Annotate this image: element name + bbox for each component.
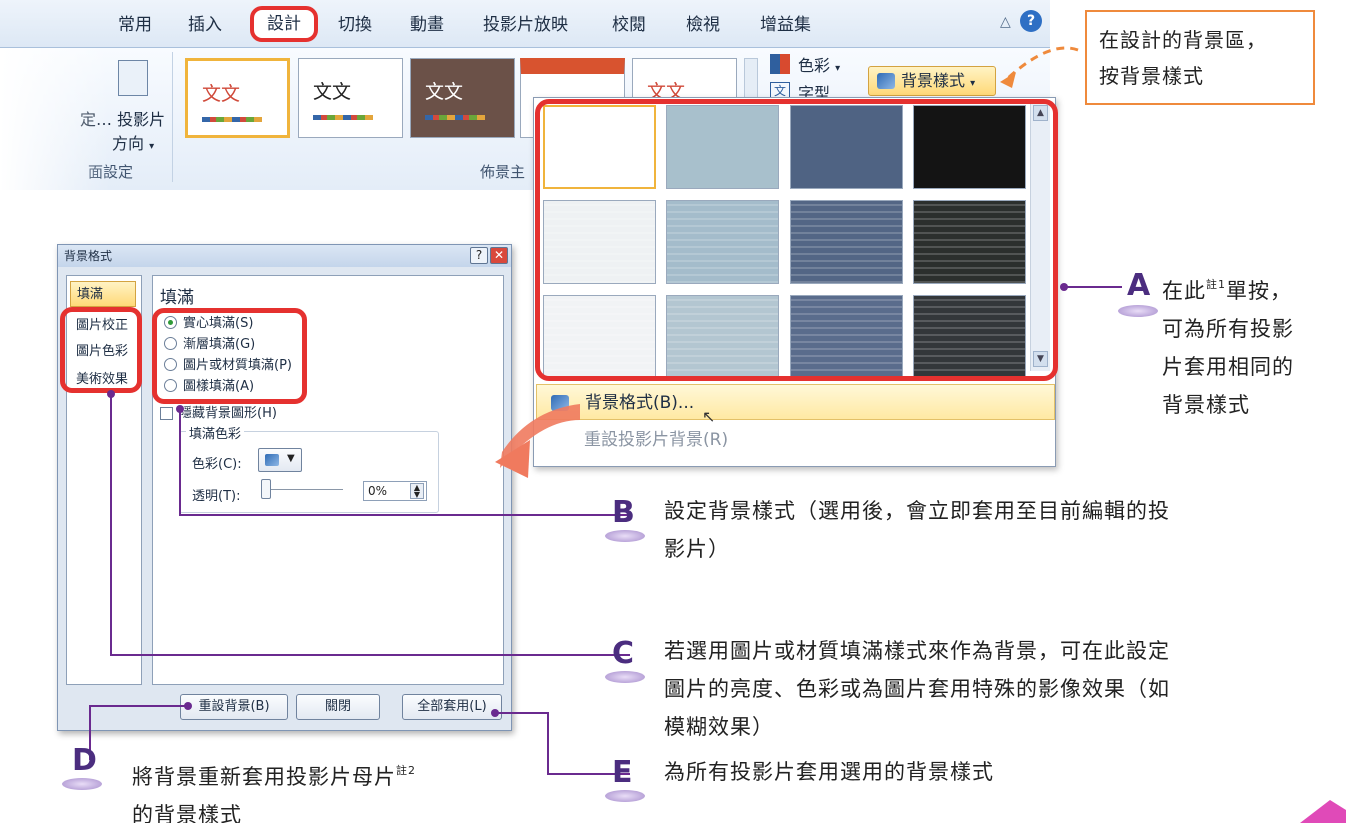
note-a-line3: 片套用相同的 xyxy=(1162,355,1294,379)
note-e: 為所有投影片套用選用的背景樣式 xyxy=(664,753,1324,791)
note-a-sup: 註1 xyxy=(1206,278,1226,291)
note-c-line3: 模糊效果） xyxy=(664,715,774,739)
note-a-line1: 在此 xyxy=(1162,279,1206,303)
callout-dashed-arrow xyxy=(1006,46,1079,80)
label-d: D xyxy=(72,743,97,778)
note-d: 將背景重新套用投影片母片註2 的背景樣式 xyxy=(132,752,552,823)
note-b: 設定背景樣式（選用後，會立即套用至目前編輯的投 影片） xyxy=(664,492,1344,568)
label-a: A xyxy=(1127,268,1151,303)
note-b-line1: 設定背景樣式（選用後，會立即套用至目前編輯的投 xyxy=(664,499,1170,523)
note-a-line2: 可為所有投影 xyxy=(1162,317,1294,341)
label-e: E xyxy=(612,755,633,790)
note-a-line1-rest: 單按， xyxy=(1226,279,1292,303)
connector-b xyxy=(179,409,630,516)
letter-base xyxy=(605,790,645,802)
letter-base xyxy=(1118,305,1158,317)
label-b: B xyxy=(612,495,635,530)
note-a-line4: 背景樣式 xyxy=(1162,393,1250,417)
note-c: 若選用圖片或材質填滿樣式來作為背景，可在此設定 圖片的亮度、色彩或為圖片套用特殊… xyxy=(664,632,1344,746)
note-b-line2: 影片） xyxy=(664,537,730,561)
note-c-line2: 圖片的亮度、色彩或為圖片套用特殊的影像效果（如 xyxy=(664,677,1170,701)
letter-base xyxy=(62,778,102,790)
letter-base xyxy=(605,671,645,683)
page-corner-mark xyxy=(1300,800,1346,823)
note-d-line2: 的背景樣式 xyxy=(132,803,242,823)
label-c: C xyxy=(612,636,635,671)
note-d-line1: 將背景重新套用投影片母片 xyxy=(132,765,396,789)
note-d-sup: 註2 xyxy=(396,764,416,777)
letter-base xyxy=(605,530,645,542)
note-e-line1: 為所有投影片套用選用的背景樣式 xyxy=(664,760,994,784)
note-c-line1: 若選用圖片或材質填滿樣式來作為背景，可在此設定 xyxy=(664,639,1170,663)
note-a: 在此註1單按， 可為所有投影 片套用相同的 背景樣式 xyxy=(1162,266,1342,424)
connector-c xyxy=(110,394,630,656)
callout-arrowhead xyxy=(1000,72,1016,88)
